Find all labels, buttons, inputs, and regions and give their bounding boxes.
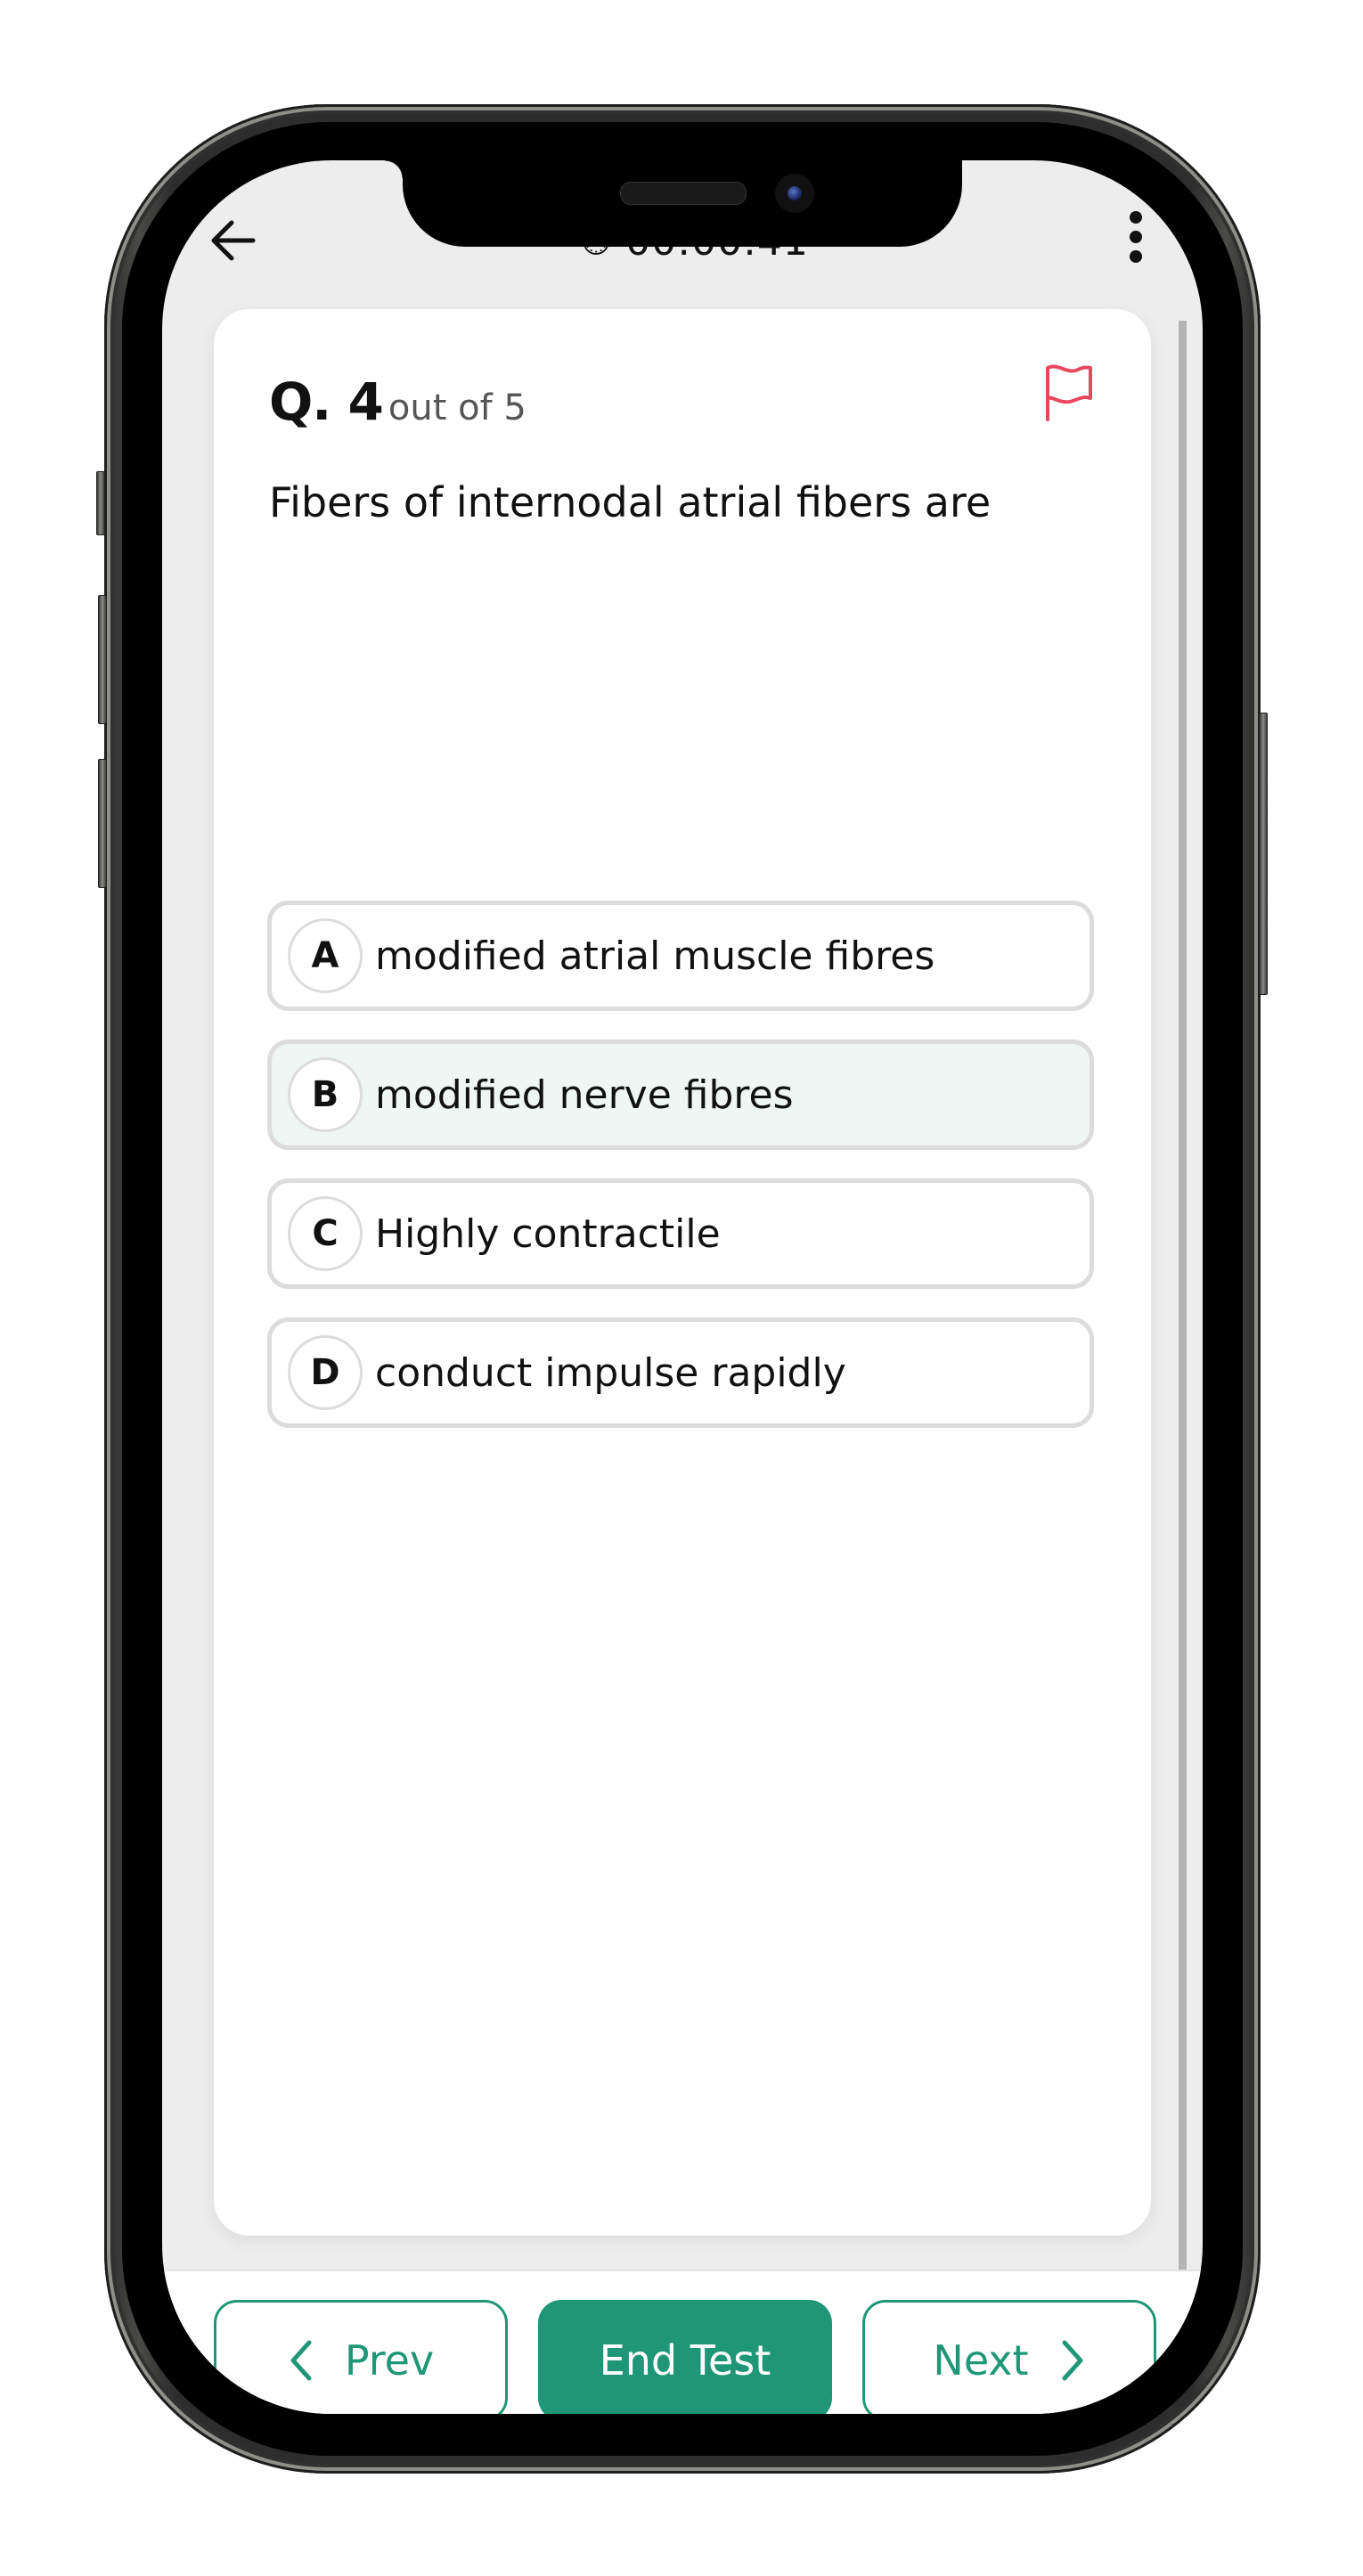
app-screen: ⏱ 00:00:41 Q. 4out of 5 Fibers of intern… (162, 160, 1203, 2414)
back-button[interactable] (208, 216, 258, 265)
flag-question-button[interactable] (1042, 363, 1096, 421)
end-test-button[interactable]: End Test (538, 2300, 832, 2414)
option-letter: B (288, 1057, 363, 1132)
option-d[interactable]: D conduct impulse rapidly (267, 1317, 1094, 1428)
option-text: Highly contractile (375, 1211, 721, 1257)
arrow-left-icon (211, 220, 256, 261)
question-header: Q. 4 out of 5 (269, 371, 526, 432)
front-camera (775, 174, 814, 213)
next-label: Next (933, 2336, 1029, 2384)
earpiece-speaker (620, 182, 747, 205)
phone-volume-down (98, 759, 107, 888)
option-letter: A (288, 918, 363, 993)
option-letter: C (288, 1196, 363, 1271)
end-test-label: End Test (599, 2336, 771, 2384)
more-options-button[interactable] (1114, 207, 1158, 278)
kebab-menu-icon (1130, 211, 1142, 263)
question-card: Q. 4 out of 5 Fibers of internodal atrial… (214, 309, 1151, 2236)
scrollbar[interactable] (1179, 321, 1187, 2369)
question-text: Fibers of internodal atrial fibers are (269, 478, 992, 526)
chevron-right-icon (1062, 2340, 1083, 2381)
phone-mute-switch (96, 471, 105, 535)
phone-power-button (1259, 713, 1268, 995)
next-button[interactable]: Next (862, 2300, 1156, 2414)
question-number: Q. 4 (269, 371, 384, 432)
bottom-nav-bar: Prev End Test Next (162, 2270, 1203, 2414)
option-text: modified nerve fibres (375, 1072, 794, 1118)
chevron-left-icon (290, 2340, 312, 2381)
option-text: modified atrial muscle fibres (375, 933, 935, 979)
option-b[interactable]: B modified nerve fibres (267, 1039, 1094, 1150)
options-list: A modified atrial muscle fibres B modifi… (267, 901, 1094, 1456)
option-letter: D (288, 1335, 363, 1410)
phone-notch (385, 122, 962, 247)
flag-icon (1046, 364, 1092, 421)
option-text: conduct impulse rapidly (375, 1349, 846, 1396)
option-a[interactable]: A modified atrial muscle fibres (267, 901, 1094, 1011)
phone-volume-up (98, 595, 107, 724)
prev-button[interactable]: Prev (214, 2300, 508, 2414)
option-c[interactable]: C Highly contractile (267, 1178, 1094, 1289)
question-total: out of 5 (388, 387, 526, 428)
prev-label: Prev (344, 2336, 435, 2384)
